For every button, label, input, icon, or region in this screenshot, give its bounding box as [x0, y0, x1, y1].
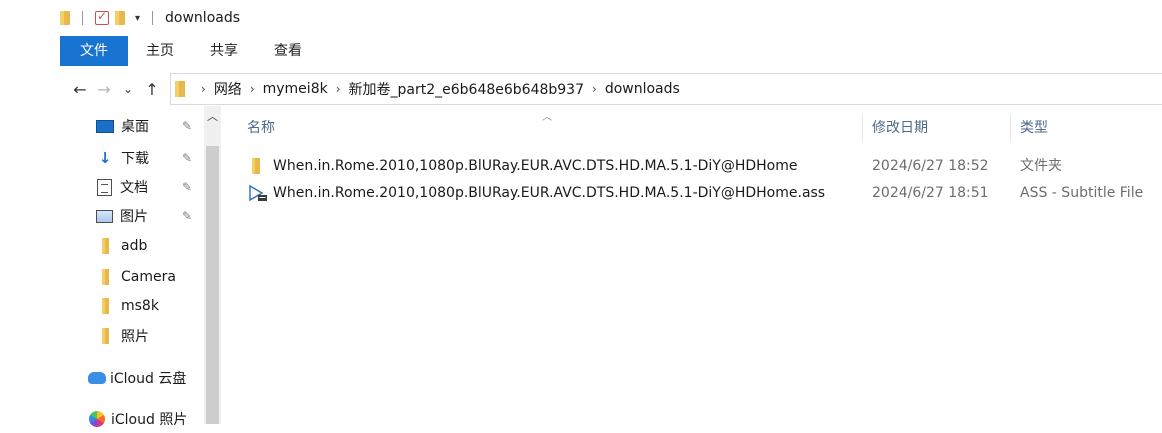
divider: [82, 11, 83, 25]
breadcrumb-downloads[interactable]: downloads: [605, 81, 680, 97]
back-arrow-icon[interactable]: ←: [68, 80, 92, 99]
icloud-photos-icon: [89, 411, 105, 427]
pin-icon: ✎: [182, 151, 193, 165]
sidebar-item-pictures[interactable]: 图片 ✎: [96, 202, 206, 230]
navigation-pane: 桌面 ✎ ↓ 下载 ✎ 文档 ✎ 图片 ✎ adb Camera ms8k 照片…: [0, 106, 222, 428]
folder-icon: [102, 269, 109, 285]
column-divider[interactable]: [862, 114, 863, 142]
column-divider[interactable]: [1010, 114, 1011, 142]
sidebar-scrollbar[interactable]: ︿: [204, 106, 221, 424]
sort-ascending-icon: ︿: [542, 112, 552, 123]
sidebar-item-photos[interactable]: 照片: [96, 322, 206, 350]
file-name[interactable]: When.in.Rome.2010,1080p.BlURay.EUR.AVC.D…: [273, 153, 798, 179]
sidebar-item-downloads[interactable]: ↓ 下载 ✎: [96, 144, 206, 172]
pin-icon: ✎: [182, 180, 193, 194]
sidebar-item-label: iCloud 云盘: [110, 371, 187, 387]
up-arrow-icon[interactable]: ↑: [140, 80, 164, 99]
sidebar-item-label: 图片: [120, 209, 148, 225]
sidebar-item-desktop[interactable]: 桌面 ✎: [96, 112, 206, 140]
sidebar-item-camera[interactable]: Camera: [96, 263, 206, 291]
ribbon-tabs: 文件 主页 共享 查看: [0, 36, 1162, 66]
file-type: ASS - Subtitle File: [1020, 185, 1144, 201]
file-date: 2024/6/27 18:52: [872, 158, 989, 174]
file-name[interactable]: When.in.Rome.2010,1080p.BlURay.EUR.AVC.D…: [273, 180, 825, 206]
new-folder-icon[interactable]: [115, 11, 125, 25]
icloud-drive-icon: [88, 372, 106, 384]
chevron-right-icon[interactable]: ›: [201, 82, 206, 96]
folder-icon: [102, 238, 109, 254]
sidebar-item-icloud-photos[interactable]: iCloud 照片: [88, 405, 208, 433]
pictures-icon: [96, 209, 113, 223]
column-header-name[interactable]: 名称: [247, 114, 275, 142]
forward-arrow-icon[interactable]: →: [92, 80, 116, 99]
sidebar-item-adb[interactable]: adb: [96, 232, 206, 260]
navigation-bar: ← → ⌄ ↑ › 网络 › mymei8k › 新加卷_part2_e6b64…: [0, 72, 1162, 106]
folder-icon: [102, 298, 109, 314]
window-title: downloads: [165, 10, 241, 26]
sidebar-item-label: 桌面: [121, 119, 149, 135]
tab-file[interactable]: 文件: [60, 36, 128, 66]
pin-icon: ✎: [182, 209, 193, 223]
column-header-type[interactable]: 类型: [1020, 114, 1048, 142]
file-row[interactable]: When.in.Rome.2010,1080p.BlURay.EUR.AVC.D…: [222, 180, 1162, 206]
file-date: 2024/6/27 18:51: [872, 185, 989, 201]
file-type: 文件夹: [1020, 158, 1062, 174]
subtitle-file-icon: [249, 184, 267, 202]
sidebar-item-documents[interactable]: 文档 ✎: [96, 173, 206, 201]
file-row[interactable]: When.in.Rome.2010,1080p.BlURay.EUR.AVC.D…: [222, 153, 1162, 179]
pin-icon: ✎: [182, 119, 193, 133]
chevron-right-icon[interactable]: ›: [250, 82, 255, 96]
sidebar-item-label: 照片: [121, 329, 149, 345]
quick-access-toolbar: ▾ downloads: [0, 9, 241, 26]
desktop-icon: [96, 119, 114, 133]
folder-icon: [102, 328, 109, 344]
file-list: ︿ 名称 修改日期 类型 When.in.Rome.2010,1080p.BlU…: [222, 106, 1162, 424]
sidebar-item-label: adb: [121, 238, 148, 254]
tab-home[interactable]: 主页: [128, 36, 192, 66]
tab-view[interactable]: 查看: [256, 36, 320, 66]
address-bar[interactable]: › 网络 › mymei8k › 新加卷_part2_e6b648e6b648b…: [170, 73, 1162, 105]
chevron-right-icon[interactable]: ›: [592, 82, 597, 96]
documents-icon: [97, 178, 112, 196]
divider: [152, 11, 154, 25]
column-header-date[interactable]: 修改日期: [872, 114, 928, 142]
sidebar-item-label: Camera: [121, 269, 176, 285]
scrollbar-thumb[interactable]: [206, 146, 219, 424]
folder-icon: [252, 158, 260, 174]
download-icon: ↓: [98, 149, 112, 167]
customize-toolbar-icon[interactable]: ▾: [135, 13, 140, 24]
sidebar-item-icloud-drive[interactable]: iCloud 云盘: [88, 364, 208, 392]
folder-icon: [175, 81, 185, 97]
chevron-right-icon[interactable]: ›: [336, 82, 341, 96]
folder-icon: [60, 11, 70, 25]
sidebar-item-label: iCloud 照片: [111, 412, 188, 428]
tab-share[interactable]: 共享: [192, 36, 256, 66]
breadcrumb-host[interactable]: mymei8k: [263, 81, 328, 97]
recent-locations-icon[interactable]: ⌄: [116, 82, 140, 96]
sidebar-item-label: ms8k: [121, 298, 159, 314]
title-bar: ▾ downloads: [0, 0, 1162, 36]
chevron-up-icon[interactable]: ︿: [204, 108, 221, 126]
sidebar-item-ms8k[interactable]: ms8k: [96, 292, 206, 320]
sidebar-item-label: 文档: [120, 180, 148, 196]
breadcrumb-volume[interactable]: 新加卷_part2_e6b648e6b648b937: [349, 79, 584, 99]
properties-icon[interactable]: [95, 9, 109, 25]
breadcrumb-network[interactable]: 网络: [214, 79, 242, 99]
sidebar-item-label: 下载: [121, 151, 149, 167]
